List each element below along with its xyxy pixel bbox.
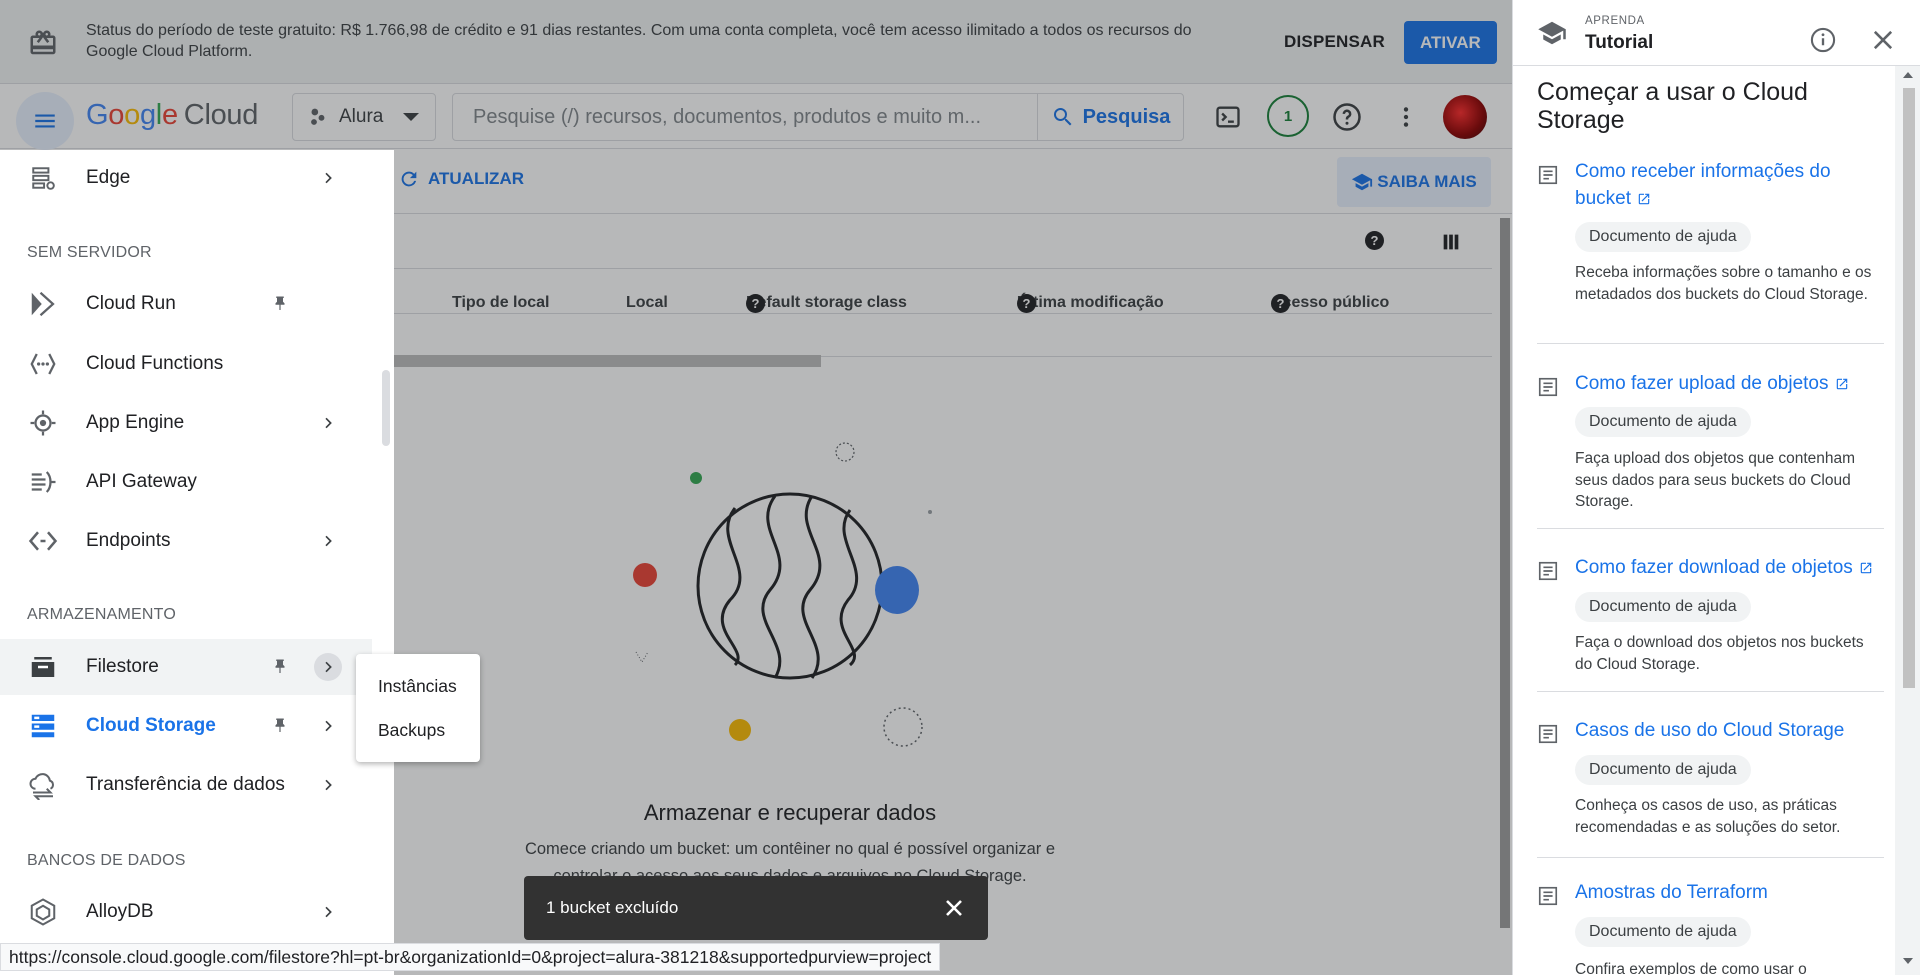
school-icon [1538,21,1566,45]
cloud-storage-icon [26,709,60,743]
data-transfer-icon [26,768,60,802]
tutorial-card-desc: Faça upload dos objetos que contenham se… [1575,450,1856,510]
divider [1537,691,1884,692]
divider [1537,857,1884,858]
nav-item-cloud-functions[interactable]: Cloud Functions [0,336,372,392]
nav-item-label: Cloud Run [86,293,176,314]
tutorial-card-link[interactable]: Como fazer download de objetos [1575,554,1885,581]
document-icon [1538,377,1558,397]
chevron-right-icon[interactable] [314,409,342,437]
tutorial-card-link[interactable]: Amostras do Terraform [1575,879,1885,906]
nav-item-data-transfer[interactable]: Transferência de dados [0,757,372,813]
document-icon [1538,165,1558,185]
nav-item-label: Endpoints [86,530,171,551]
pin-icon[interactable] [270,656,290,678]
help-doc-chip: Documento de ajuda [1575,917,1751,947]
chevron-right-icon[interactable] [314,527,342,555]
chevron-right-icon[interactable] [314,653,342,681]
nav-item-edge[interactable]: Edge [0,150,372,206]
tutorial-heading: Começar a usar o Cloud Storage [1537,78,1808,134]
status-url: https://console.cloud.google.com/filesto… [0,943,941,971]
tutorial-card-desc: Faça o download dos objetos nos buckets … [1575,634,1864,673]
submenu-item-backups[interactable]: Backups [378,720,445,741]
tutorial-card-desc: Conheça os casos de uso, as práticas rec… [1575,797,1841,836]
tutorial-scrollbar[interactable] [1895,66,1920,975]
scroll-down-icon[interactable] [1903,958,1913,964]
nav-scrollbar[interactable] [382,370,390,446]
submenu-item-instances[interactable]: Instâncias [378,676,457,697]
nav-item-filestore[interactable]: Filestore [0,639,372,695]
external-link-icon [1836,378,1847,390]
snackbar: 1 bucket excluído [524,876,988,940]
chevron-right-icon[interactable] [314,712,342,740]
nav-item-label: API Gateway [86,471,197,492]
tutorial-title: Tutorial [1585,32,1654,53]
nav-item-label: Transferência de dados [86,774,285,795]
filestore-submenu: Instâncias Backups [356,654,480,762]
section-databases: BANCOS DE DADOS [27,852,186,869]
divider [1537,343,1884,344]
section-storage: ARMAZENAMENTO [27,606,176,623]
scroll-thumb[interactable] [1903,88,1915,688]
tutorial-header: APRENDA Tutorial [1513,0,1920,66]
nav-item-label: AlloyDB [86,901,154,922]
document-icon [1538,724,1558,744]
api-gateway-icon [26,465,60,499]
chevron-right-icon[interactable] [314,164,342,192]
help-doc-chip: Documento de ajuda [1575,755,1751,785]
edge-icon [26,161,60,195]
nav-item-alloydb[interactable]: AlloyDB [0,884,372,940]
close-icon[interactable] [942,896,966,920]
tutorial-card-desc: Confira exemplos de como usar o [1575,961,1807,975]
app-engine-icon [26,406,60,440]
document-icon [1538,561,1558,581]
chevron-right-icon[interactable] [314,771,342,799]
tutorial-card-desc: Receba informações sobre o tamanho e os … [1575,264,1872,303]
alloydb-icon [26,895,60,929]
nav-item-label: Filestore [86,656,159,677]
pin-icon[interactable] [270,715,290,737]
nav-item-label: Edge [86,167,131,188]
pin-icon[interactable] [270,293,290,315]
help-doc-chip: Documento de ajuda [1575,222,1751,252]
close-icon[interactable] [1869,26,1897,54]
cloud-functions-icon [26,347,60,381]
cloud-run-icon [26,287,60,321]
tutorial-card-link[interactable]: Casos de uso do Cloud Storage [1575,717,1885,744]
section-serverless: SEM SERVIDOR [27,244,152,261]
filestore-icon [26,650,60,684]
scroll-up-icon[interactable] [1903,72,1913,78]
document-icon [1538,886,1558,906]
nav-item-cloud-run[interactable]: Cloud Run [0,276,372,332]
external-link-icon [1638,193,1650,205]
tutorial-panel: APRENDA Tutorial Começar a usar o Cloud … [1512,0,1920,975]
nav-item-label: App Engine [86,412,185,433]
nav-item-endpoints[interactable]: Endpoints [0,513,372,569]
tutorial-eyebrow: APRENDA [1585,15,1645,27]
snackbar-message: 1 bucket excluído [546,898,679,917]
tutorial-card-link[interactable]: Como receber informações do bucket [1575,158,1885,212]
divider [1537,528,1884,529]
external-link-icon [1860,562,1872,574]
nav-item-app-engine[interactable]: App Engine [0,395,372,451]
info-icon[interactable] [1809,26,1837,54]
nav-item-cloud-storage[interactable]: Cloud Storage [0,698,372,754]
endpoints-icon [26,524,60,558]
nav-item-label: Cloud Functions [86,353,224,374]
nav-item-api-gateway[interactable]: API Gateway [0,454,372,510]
navigation-drawer: Edge SEM SERVIDOR Cloud Run Cloud Functi… [0,150,394,975]
help-doc-chip: Documento de ajuda [1575,407,1751,437]
chevron-right-icon[interactable] [314,898,342,926]
help-doc-chip: Documento de ajuda [1575,592,1751,622]
tutorial-card-link[interactable]: Como fazer upload de objetos [1575,370,1885,397]
nav-item-label: Cloud Storage [86,715,216,736]
